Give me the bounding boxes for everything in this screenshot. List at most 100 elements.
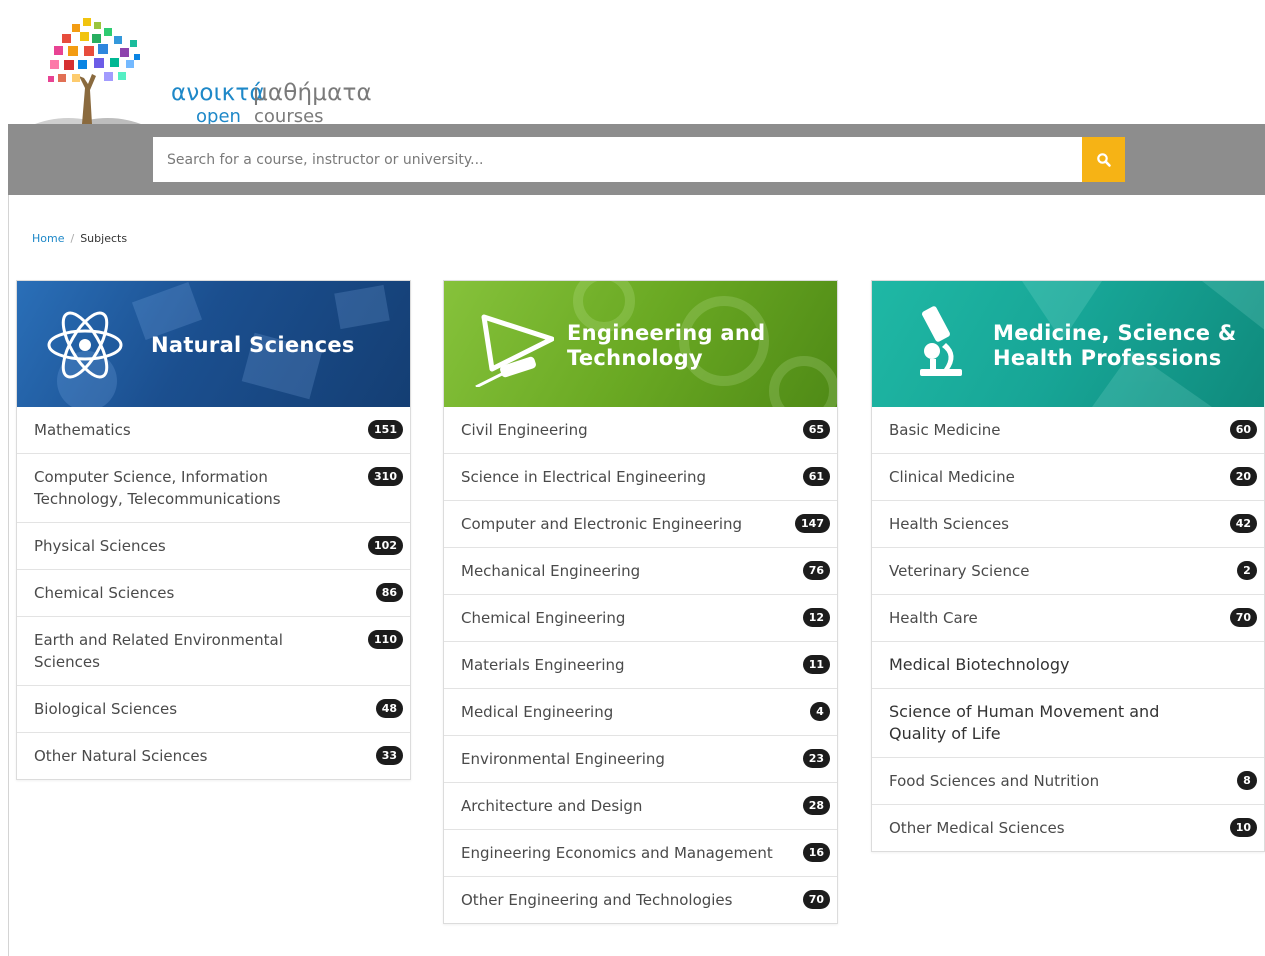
- count-badge: 2: [1237, 561, 1257, 580]
- count-badge: 110: [368, 630, 403, 649]
- count-badge: 12: [802, 608, 830, 627]
- list-item-label: Science of Human Movement and Quality of…: [889, 702, 1160, 743]
- count-badge: 147: [795, 514, 830, 533]
- list-item-label: Science in Electrical Engineering: [461, 468, 707, 486]
- list-item[interactable]: Other Natural Sciences 33: [17, 732, 410, 779]
- card-title-line1: Medicine, Science &: [993, 321, 1237, 345]
- count-badge: 61: [802, 467, 830, 486]
- list-item[interactable]: Biological Sciences 48: [17, 685, 410, 732]
- list-item[interactable]: Health Sciences 42: [872, 500, 1264, 547]
- atom-icon: [47, 311, 123, 379]
- card-banner[interactable]: Engineering and Technology: [444, 281, 837, 407]
- count-badge: 70: [1229, 608, 1257, 627]
- list-item[interactable]: Veterinary Science 2: [872, 547, 1264, 594]
- list-item-label: Civil Engineering: [461, 421, 588, 439]
- list-item-label: Physical Sciences: [34, 537, 166, 555]
- list-item[interactable]: Health Care 70: [872, 594, 1264, 641]
- card-title-line1: Engineering and: [567, 321, 766, 345]
- list-item-label: Health Sciences: [889, 515, 1009, 533]
- list-item-label: Health Care: [889, 609, 978, 627]
- site-logo[interactable]: ανοικτά μαθήματα open courses: [28, 14, 372, 132]
- count-badge: 20: [1229, 467, 1257, 486]
- breadcrumb-separator: /: [70, 232, 75, 245]
- list-item[interactable]: Materials Engineering 11: [444, 641, 837, 688]
- list-item[interactable]: Other Medical Sciences 10: [872, 804, 1264, 851]
- count-badge: 23: [802, 749, 830, 768]
- count-badge: 33: [375, 746, 403, 765]
- list-item-label: Medical Engineering: [461, 703, 614, 721]
- list-item-label: Chemical Engineering: [461, 609, 626, 627]
- card-title[interactable]: Engineering and Technology: [567, 321, 765, 371]
- count-badge: 76: [802, 561, 830, 580]
- card-title[interactable]: Natural Sciences: [151, 333, 355, 358]
- list-item-label: Medical Biotechnology: [889, 655, 1070, 674]
- list-item[interactable]: Chemical Engineering 12: [444, 594, 837, 641]
- count-badge: 4: [810, 702, 830, 721]
- count-badge: 151: [368, 420, 403, 439]
- subject-card-engineering-and-technology: Engineering and Technology Civil Enginee…: [443, 280, 838, 924]
- search-icon: [1096, 152, 1111, 167]
- list-item[interactable]: Mechanical Engineering 76: [444, 547, 837, 594]
- search-input[interactable]: [153, 137, 1083, 182]
- card-title[interactable]: Medicine, Science & Health Professions: [993, 321, 1236, 371]
- list-item-label: Computer and Electronic Engineering: [461, 515, 743, 533]
- count-badge: 70: [802, 890, 830, 909]
- list-item[interactable]: Medical Biotechnology: [872, 641, 1264, 688]
- list-item[interactable]: Medical Engineering 4: [444, 688, 837, 735]
- list-item[interactable]: Computer and Electronic Engineering 147: [444, 500, 837, 547]
- list-item[interactable]: Science in Electrical Engineering 61: [444, 453, 837, 500]
- list-item[interactable]: Engineering Economics and Management 16: [444, 829, 837, 876]
- list-item-label: Mathematics: [34, 421, 131, 439]
- subject-card-medicine-health: Medicine, Science & Health Professions B…: [871, 280, 1265, 852]
- list-item-label: Clinical Medicine: [889, 468, 1015, 486]
- tree-book-logo-icon: [30, 18, 146, 132]
- list-item-label: Computer Science, Information Technology…: [34, 468, 281, 508]
- list-item[interactable]: Mathematics 151: [17, 407, 410, 453]
- list-item[interactable]: Physical Sciences 102: [17, 522, 410, 569]
- list-item-label: Basic Medicine: [889, 421, 1001, 439]
- list-item-label: Earth and Related Environmental Sciences: [34, 631, 283, 671]
- list-item[interactable]: Earth and Related Environmental Sciences…: [17, 616, 410, 685]
- count-badge: 28: [802, 796, 830, 815]
- list-item[interactable]: Chemical Sciences 86: [17, 569, 410, 616]
- list-item-label: Environmental Engineering: [461, 750, 665, 768]
- list-item-label: Biological Sciences: [34, 700, 178, 718]
- card-banner[interactable]: Natural Sciences: [17, 281, 410, 407]
- list-item[interactable]: Computer Science, Information Technology…: [17, 453, 410, 522]
- list-item[interactable]: Food Sciences and Nutrition 8: [872, 757, 1264, 804]
- card-title-line1: Natural Sciences: [151, 333, 355, 357]
- list-item[interactable]: Other Engineering and Technologies 70: [444, 876, 837, 923]
- list-item[interactable]: Civil Engineering 65: [444, 407, 837, 453]
- count-badge: 8: [1237, 771, 1257, 790]
- search-button[interactable]: [1082, 137, 1125, 182]
- count-badge: 86: [375, 583, 403, 602]
- card-title-line2: Health Professions: [993, 346, 1222, 370]
- list-item-label: Other Natural Sciences: [34, 747, 208, 765]
- breadcrumb-home-link[interactable]: Home: [32, 232, 64, 245]
- count-badge: 11: [802, 655, 830, 674]
- breadcrumb: Home / Subjects: [32, 232, 127, 245]
- list-item[interactable]: Basic Medicine 60: [872, 407, 1264, 453]
- subject-card-natural-sciences: Natural Sciences Mathematics 151 Computer…: [16, 280, 411, 780]
- list-item-label: Other Engineering and Technologies: [461, 891, 733, 909]
- list-item-label: Materials Engineering: [461, 656, 625, 674]
- list-item[interactable]: Architecture and Design 28: [444, 782, 837, 829]
- breadcrumb-current: Subjects: [80, 232, 128, 245]
- card-title-line2: Technology: [567, 346, 703, 370]
- list-item-label: Food Sciences and Nutrition: [889, 772, 1100, 790]
- list-item[interactable]: Environmental Engineering 23: [444, 735, 837, 782]
- count-badge: 10: [1229, 818, 1257, 837]
- list-item-label: Chemical Sciences: [34, 584, 175, 602]
- engineering-tools-icon: [475, 314, 554, 387]
- site-header: ανοικτά μαθήματα open courses: [8, 6, 1265, 132]
- card-banner[interactable]: Medicine, Science & Health Professions: [872, 281, 1264, 407]
- logo-greek-light: μαθήματα: [253, 80, 372, 106]
- subject-list: Basic Medicine 60 Clinical Medicine 20 Hea…: [872, 407, 1264, 851]
- microscope-icon: [920, 306, 962, 376]
- subject-list: Civil Engineering 65 Science in Electrica…: [444, 407, 837, 923]
- search-bar: [8, 124, 1265, 195]
- subject-list: Mathematics 151 Computer Science, Informa…: [17, 407, 410, 779]
- list-item[interactable]: Science of Human Movement and Quality of…: [872, 688, 1264, 757]
- list-item[interactable]: Clinical Medicine 20: [872, 453, 1264, 500]
- count-badge: 310: [368, 467, 403, 486]
